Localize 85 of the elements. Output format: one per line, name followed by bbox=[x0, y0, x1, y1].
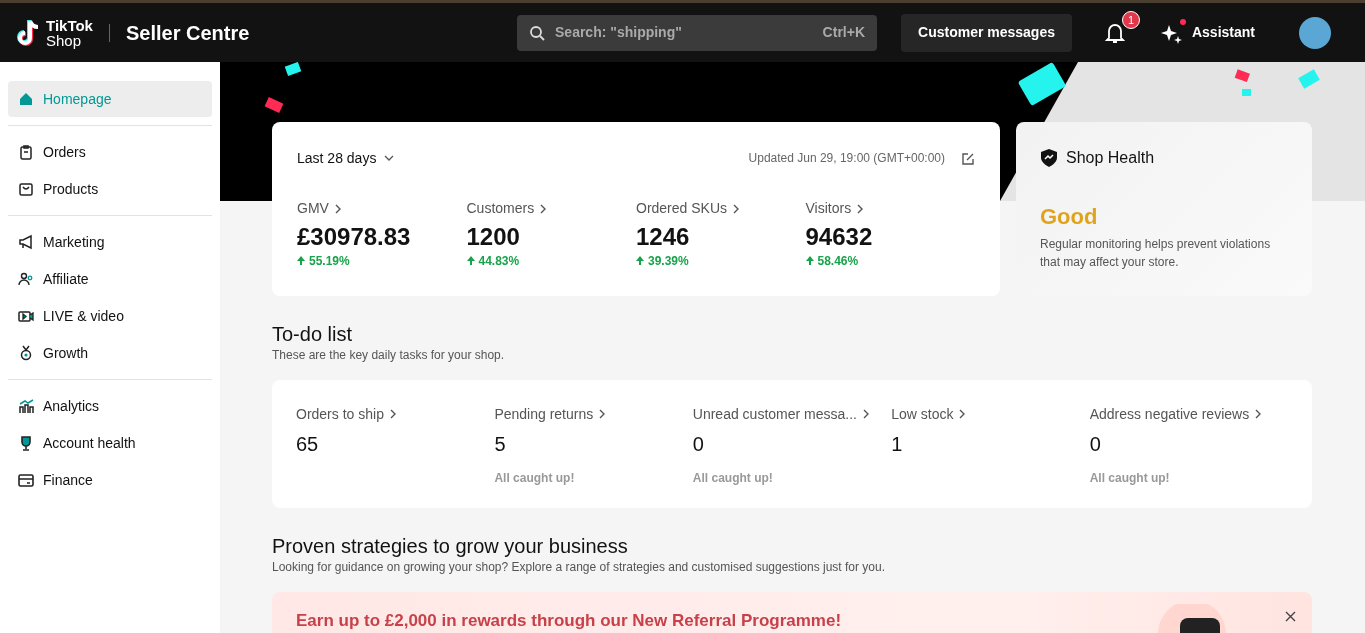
chevron-icon bbox=[861, 408, 869, 421]
clipboard-icon bbox=[18, 144, 34, 160]
sidebar-item[interactable]: Marketing bbox=[8, 224, 212, 260]
chevron-icon bbox=[731, 202, 740, 215]
confetti-piece bbox=[284, 62, 302, 77]
chevron-icon bbox=[597, 408, 606, 421]
sidebar-item[interactable]: Affiliate bbox=[8, 261, 212, 297]
search-icon bbox=[529, 24, 545, 41]
notification-count: 1 bbox=[1121, 10, 1140, 29]
metric-value: £30978.83 bbox=[297, 223, 412, 252]
metric-link[interactable]: GMV bbox=[297, 198, 341, 219]
close-icon bbox=[1285, 611, 1296, 623]
sidebar-item[interactable]: Orders bbox=[8, 134, 212, 170]
search-field[interactable]: Search: "shipping" bbox=[553, 21, 815, 44]
todo-link[interactable]: Orders to ship bbox=[296, 403, 396, 425]
metric-change: 39.39% bbox=[636, 251, 806, 270]
chevron-icon bbox=[855, 202, 864, 215]
card-icon bbox=[18, 472, 34, 488]
confetti-piece bbox=[1242, 89, 1251, 96]
todo-count: 0 bbox=[1089, 431, 1102, 457]
sidebar-item[interactable]: Finance bbox=[8, 462, 212, 498]
section-title: Proven strategies to grow your business bbox=[272, 533, 629, 558]
metric-change: 58.46% bbox=[805, 251, 975, 270]
sidebar-item[interactable]: LIVE & video bbox=[8, 298, 212, 334]
customer-messages-button[interactable]: Customer messages bbox=[901, 13, 1072, 52]
sidebar-item[interactable]: Products bbox=[8, 171, 212, 207]
shield-icon bbox=[1040, 148, 1058, 168]
bar-chart-icon bbox=[18, 398, 34, 414]
search-bar[interactable]: Search: "shipping" Ctrl+K bbox=[517, 14, 877, 51]
metric-link[interactable]: Customers bbox=[466, 198, 547, 219]
section-title: To-do list bbox=[272, 321, 354, 346]
todo-status: All caught up! bbox=[494, 469, 576, 487]
bag-icon bbox=[18, 181, 34, 197]
todo-status: All caught up! bbox=[1089, 469, 1171, 487]
video-camera-icon bbox=[18, 308, 34, 324]
up-arrow-icon bbox=[636, 256, 644, 266]
edit-icon bbox=[961, 151, 975, 166]
todo-count: 1 bbox=[891, 431, 904, 457]
up-arrow-icon bbox=[805, 256, 814, 266]
section-subtitle: These are the key daily tasks for your shop. bbox=[272, 346, 506, 364]
avatar[interactable] bbox=[1299, 16, 1331, 49]
card-title: Shop Health bbox=[1066, 148, 1155, 168]
todo-link[interactable]: Address negative reviews bbox=[1089, 403, 1262, 425]
confetti-piece bbox=[264, 97, 284, 113]
sidebar-item[interactable]: Growth bbox=[8, 335, 212, 371]
metric-link[interactable]: Visitors bbox=[805, 198, 864, 219]
up-arrow-icon bbox=[466, 256, 475, 266]
metric-link[interactable]: Ordered SKUs bbox=[636, 198, 740, 219]
chevron-icon bbox=[1253, 408, 1262, 421]
confetti-piece bbox=[1234, 69, 1250, 83]
metric-change: 55.19% bbox=[297, 251, 467, 270]
metric-value: 1246 bbox=[636, 223, 691, 252]
assistant-button[interactable]: Assistant bbox=[1153, 19, 1261, 46]
brand-subtitle: Shop bbox=[46, 32, 83, 48]
metric-value: 1200 bbox=[466, 223, 521, 252]
metric-value: 94632 bbox=[805, 223, 874, 252]
medal-icon bbox=[18, 345, 34, 361]
todo-link[interactable]: Unread customer messa... bbox=[692, 403, 869, 425]
home-icon bbox=[18, 91, 34, 107]
health-status: Good bbox=[1040, 203, 1099, 231]
banner-title: Earn up to £2,000 in rewards through our New Referral Programme! bbox=[296, 609, 842, 632]
trophy-icon bbox=[18, 435, 34, 451]
health-description: Regular monitoring helps prevent violations that may affect your store. bbox=[1040, 236, 1272, 271]
chevron-icon bbox=[538, 202, 547, 215]
sidebar-item[interactable]: Analytics bbox=[8, 388, 212, 424]
updated-time: Updated Jun 29, 19:00 (GMT+00:00) bbox=[748, 150, 945, 167]
chevron-icon bbox=[957, 408, 966, 421]
metric-change: 44.83% bbox=[466, 251, 636, 270]
app-title: Seller Centre bbox=[125, 22, 250, 43]
brand-name: TikTok bbox=[46, 17, 93, 33]
up-arrow-icon bbox=[297, 256, 305, 266]
todo-count: 0 bbox=[692, 431, 705, 457]
todo-link[interactable]: Low stock bbox=[891, 403, 966, 425]
bell-icon bbox=[1103, 22, 1126, 45]
period-dropdown[interactable]: Last 28 days bbox=[297, 147, 395, 169]
keyboard-shortcut: Ctrl+K bbox=[822, 23, 865, 42]
todo-link[interactable]: Pending returns bbox=[494, 403, 606, 425]
section-subtitle: Looking for guidance on growing your shop? Explore a range of strategies and customised suggestions just for you. bbox=[272, 558, 887, 576]
todo-count: 65 bbox=[296, 431, 320, 457]
people-icon bbox=[18, 271, 34, 287]
todo-count: 5 bbox=[494, 431, 507, 457]
sidebar-item[interactable]: Account health bbox=[8, 425, 212, 461]
caret-icon bbox=[384, 155, 395, 161]
megaphone-icon bbox=[18, 234, 34, 250]
todo-status: All caught up! bbox=[692, 469, 774, 487]
